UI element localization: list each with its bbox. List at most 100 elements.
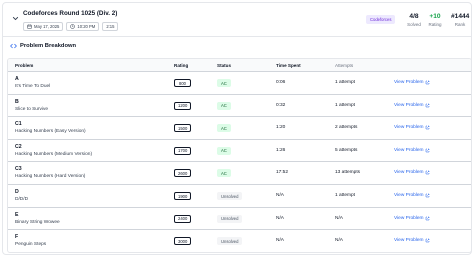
stat-solved: 4/8 Solved <box>407 13 421 28</box>
external-link-icon <box>425 238 430 243</box>
attempts-count: N/A <box>335 238 343 244</box>
rating-change-label: Rating <box>428 22 442 27</box>
rating-badge: 3000 <box>174 237 192 246</box>
problem-table: Problem Rating Status Time Spent Attempt… <box>7 58 472 253</box>
contest-title[interactable]: Codeforces Round 1025 (Div. 2) <box>23 10 117 17</box>
clock-icon <box>70 24 76 29</box>
time-text: 10:20 PM <box>77 24 96 29</box>
view-problem-link[interactable]: View Problem <box>394 80 430 85</box>
header-time: Time Spent <box>276 63 301 68</box>
time-spent: N/A <box>276 238 284 244</box>
view-problem-link[interactable]: View Problem <box>394 193 430 198</box>
view-problem-link[interactable]: View Problem <box>394 103 430 108</box>
table-row: C2 Hacking Numbers (Medium Version) 1700 AC… <box>8 140 471 163</box>
duration-text: 2:15 <box>106 24 115 29</box>
rating-badge: 1700 <box>174 146 192 155</box>
rank-label: Rank <box>454 22 466 27</box>
header-attempts: Attempts <box>335 63 354 68</box>
problem-name: Binary String Wowee <box>15 219 60 225</box>
problem-id: D <box>15 189 19 195</box>
attempts-count: N/A <box>335 215 343 221</box>
external-link-icon <box>425 80 430 85</box>
external-link-icon <box>425 103 430 107</box>
solved-label: Solved <box>407 22 421 27</box>
view-problem-label: View Problem <box>394 147 424 153</box>
stat-rating: +10 Rating <box>427 13 443 28</box>
problem-id: C2 <box>15 143 22 150</box>
external-link-icon <box>425 148 430 153</box>
problem-name: Hacking Numbers (Easy Version) <box>15 129 86 135</box>
view-problem-link[interactable]: View Problem <box>394 125 430 130</box>
problem-name: D/D/D <box>15 197 29 202</box>
calendar-icon <box>27 24 32 29</box>
status-badge: Unsolved <box>217 214 243 223</box>
table-header: Problem Rating Status Time Spent Attempt… <box>8 59 471 72</box>
rating-badge: 1200 <box>174 101 192 110</box>
collapse-toggle[interactable] <box>10 13 20 23</box>
attempts-count: 1 attempt <box>335 102 355 108</box>
table-row: E Binary String Wowee 2400 Unsolved N/A N/A Vi… <box>8 208 471 231</box>
view-problem-label: View Problem <box>394 215 424 221</box>
table-row: F Penguin Steps 3000 Unsolved N/A N/A View Pro… <box>8 230 471 252</box>
problem-id: A <box>15 76 19 82</box>
time-spent: 0:06 <box>276 80 286 85</box>
external-link-icon <box>425 216 430 220</box>
chevron-down-icon <box>12 16 18 20</box>
status-badge: Unsolved <box>217 237 243 246</box>
status-badge: AC <box>217 124 231 133</box>
view-problem-label: View Problem <box>394 80 424 85</box>
rating-change-value: +10 <box>429 13 441 20</box>
date-chip: May 17, 2025 <box>23 22 64 31</box>
problem-id: B <box>15 98 19 105</box>
time-spent: 1:26 <box>276 147 286 153</box>
time-spent: 1:20 <box>276 125 286 131</box>
table-row: A It's Time To Duel 800 AC 0:06 1 attempt View… <box>8 72 471 95</box>
rank-value: #1444 <box>451 13 470 20</box>
attempts-count: 5 attempts <box>335 147 358 153</box>
section-header: Problem Breakdown <box>10 43 76 49</box>
contest-meta: May 17, 2025 10:20 PM 2:15 <box>23 22 119 31</box>
problem-name: Hacking Numbers (Hard Version) <box>15 174 86 180</box>
problem-id: E <box>15 211 19 218</box>
table-row: C1 Hacking Numbers (Easy Version) 1500 AC 1:… <box>8 117 471 140</box>
code-icon <box>10 43 17 49</box>
problem-name: Penguin Steps <box>15 242 47 248</box>
rating-badge: 2600 <box>174 169 192 178</box>
time-spent: 17:52 <box>276 170 289 176</box>
problem-id: F <box>15 234 19 241</box>
view-problem-link[interactable]: View Problem <box>394 238 430 243</box>
status-badge: AC <box>217 101 231 110</box>
view-problem-label: View Problem <box>394 238 424 244</box>
time-spent: N/A <box>276 193 284 198</box>
view-problem-link[interactable]: View Problem <box>394 148 430 153</box>
time-spent: 0:32 <box>276 102 286 108</box>
view-problem-link[interactable]: View Problem <box>394 216 430 221</box>
problem-name: Slice to Survive <box>15 106 49 112</box>
view-problem-link[interactable]: View Problem <box>394 170 430 175</box>
attempts-count: 13 attempts <box>335 170 361 176</box>
external-link-icon <box>425 125 430 130</box>
contest-card: Codeforces Round 1025 (Div. 2) May 17, 2… <box>2 2 472 255</box>
header-status: Status <box>217 63 232 68</box>
solved-value: 4/8 <box>409 13 419 20</box>
rating-badge: 1900 <box>174 192 192 200</box>
platform-badge: Codeforces <box>366 15 396 24</box>
table-row: C3 Hacking Numbers (Hard Version) 2600 AC 17… <box>8 162 471 185</box>
time-chip: 10:20 PM <box>66 22 100 31</box>
header-rating: Rating <box>174 63 189 68</box>
attempts-count: 2 attempts <box>335 125 358 131</box>
table-row: B Slice to Survive 1200 AC 0:32 1 attempt View… <box>8 95 471 118</box>
table-row: D D/D/D 1900 Unsolved N/A 1 attempt View Probl… <box>8 185 471 208</box>
view-problem-label: View Problem <box>394 170 424 176</box>
header-problem: Problem <box>15 63 34 68</box>
problem-name: It's Time To Duel <box>15 84 51 89</box>
external-link-icon <box>425 193 430 198</box>
attempts-count: 1 attempt <box>335 80 355 85</box>
problem-name: Hacking Numbers (Medium Version) <box>15 151 93 157</box>
view-problem-label: View Problem <box>394 102 424 108</box>
problem-id: C1 <box>15 121 22 128</box>
date-text: May 17, 2025 <box>34 24 60 29</box>
status-badge: AC <box>217 169 231 178</box>
status-badge: AC <box>217 146 231 155</box>
header-divider <box>3 36 471 37</box>
